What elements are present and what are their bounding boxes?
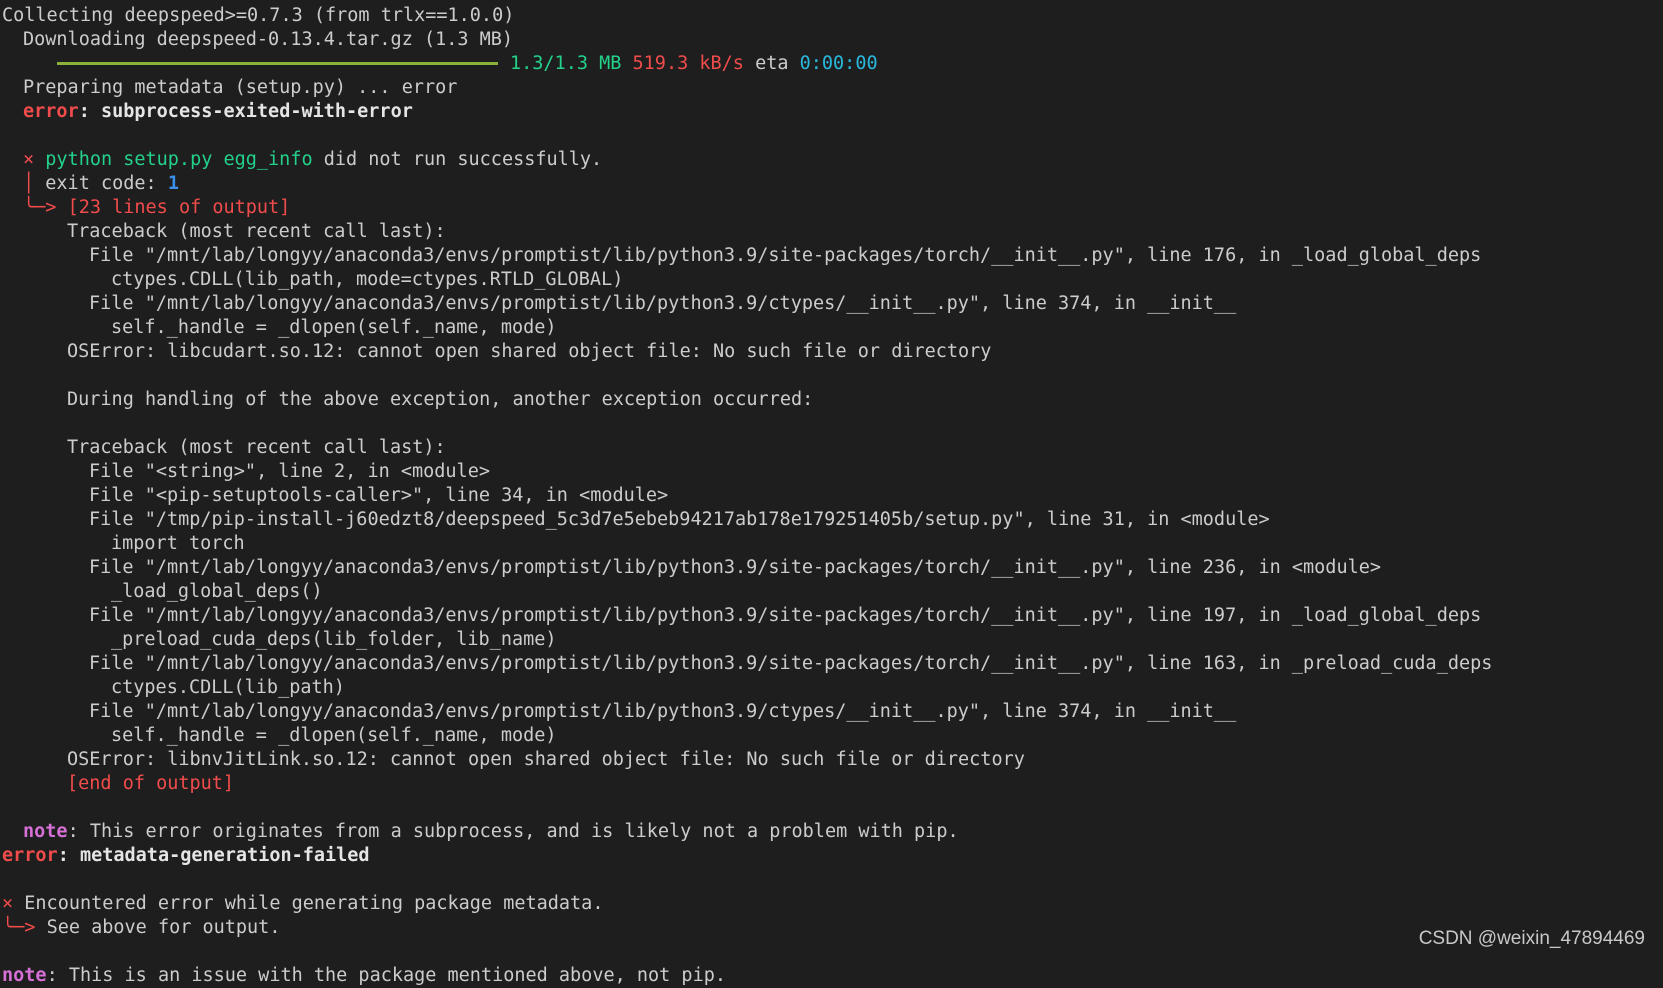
- traceback-code: self._handle = _dlopen(self._name, mode): [111, 317, 557, 338]
- traceback-line: File "/mnt/lab/longyy/anaconda3/envs/pro…: [89, 557, 1382, 578]
- traceback-code: _preload_cuda_deps(lib_folder, lib_name): [111, 629, 557, 650]
- progress-size: 1.3/1.3 MB: [510, 53, 622, 74]
- progress-bar: [57, 61, 498, 65]
- progress-line: 1.3/1.3 MB 519.3 kB/s eta 0:00:00: [2, 52, 1663, 76]
- end-output-line: [end of output]: [67, 773, 235, 794]
- progress-speed: 519.3 kB/s: [632, 53, 744, 74]
- traceback-code: ctypes.CDLL(lib_path, mode=ctypes.RTLD_G…: [111, 269, 624, 290]
- traceback-line: File "<pip-setuptools-caller>", line 34,…: [89, 485, 669, 506]
- traceback-code: ctypes.CDLL(lib_path): [111, 677, 345, 698]
- error-line-1: error: subprocess-exited-with-error: [23, 101, 413, 122]
- terminal-output: Collecting deepspeed>=0.7.3 (from trlx==…: [0, 0, 1663, 988]
- cmd-failed-line: × python setup.py egg_info did not run s…: [23, 149, 603, 170]
- traceback-line: File "<string>", line 2, in <module>: [89, 461, 490, 482]
- exit-code: 1: [167, 173, 179, 194]
- note-line-1: note: This error originates from a subpr…: [23, 821, 959, 842]
- x-mark-icon: ×: [23, 149, 35, 170]
- exit-code-line: │ exit code: 1: [23, 173, 179, 194]
- error-line-2: error: metadata-generation-failed: [2, 845, 370, 866]
- tree-arrow-icon: ╰─>: [23, 197, 57, 218]
- eta-value: 0:00:00: [799, 53, 878, 74]
- tree-arrow-icon: ╰─>: [2, 917, 36, 938]
- traceback-code: import torch: [111, 533, 245, 554]
- note-line-2: note: This is an issue with the package …: [2, 965, 726, 986]
- traceback-line: File "/mnt/lab/longyy/anaconda3/envs/pro…: [89, 653, 1493, 674]
- traceback-line: File "/mnt/lab/longyy/anaconda3/envs/pro…: [89, 293, 1237, 314]
- traceback-line: File "/mnt/lab/longyy/anaconda3/envs/pro…: [89, 701, 1237, 722]
- traceback-code: _load_global_deps(): [111, 581, 323, 602]
- eta-label: eta: [755, 53, 789, 74]
- traceback-line: File "/tmp/pip-install-j60edzt8/deepspee…: [89, 509, 1270, 530]
- traceback-line: File "/mnt/lab/longyy/anaconda3/envs/pro…: [89, 605, 1482, 626]
- traceback-header: Traceback (most recent call last):: [67, 437, 446, 458]
- during-handling-line: During handling of the above exception, …: [67, 389, 814, 410]
- oserror-line: OSError: libnvJitLink.so.12: cannot open…: [67, 749, 1025, 770]
- traceback-header: Traceback (most recent call last):: [67, 221, 446, 242]
- traceback-code: self._handle = _dlopen(self._name, mode): [111, 725, 557, 746]
- preparing-line: Preparing metadata (setup.py) ... error: [23, 77, 458, 98]
- watermark: CSDN @weixin_47894469: [1418, 928, 1645, 949]
- output-count-line: ╰─> [23 lines of output]: [23, 197, 291, 218]
- tree-branch-icon: │: [23, 173, 35, 194]
- traceback-line: File "/mnt/lab/longyy/anaconda3/envs/pro…: [89, 245, 1482, 266]
- downloading-line: Downloading deepspeed-0.13.4.tar.gz (1.3…: [23, 29, 514, 50]
- encountered-line: × Encountered error while generating pac…: [2, 893, 604, 914]
- oserror-line: OSError: libcudart.so.12: cannot open sh…: [67, 341, 992, 362]
- x-mark-icon: ×: [2, 893, 14, 914]
- see-above-line: ╰─> See above for output.: [2, 917, 281, 938]
- failed-command: python setup.py egg_info: [45, 149, 313, 170]
- collecting-line: Collecting deepspeed>=0.7.3 (from trlx==…: [2, 5, 515, 26]
